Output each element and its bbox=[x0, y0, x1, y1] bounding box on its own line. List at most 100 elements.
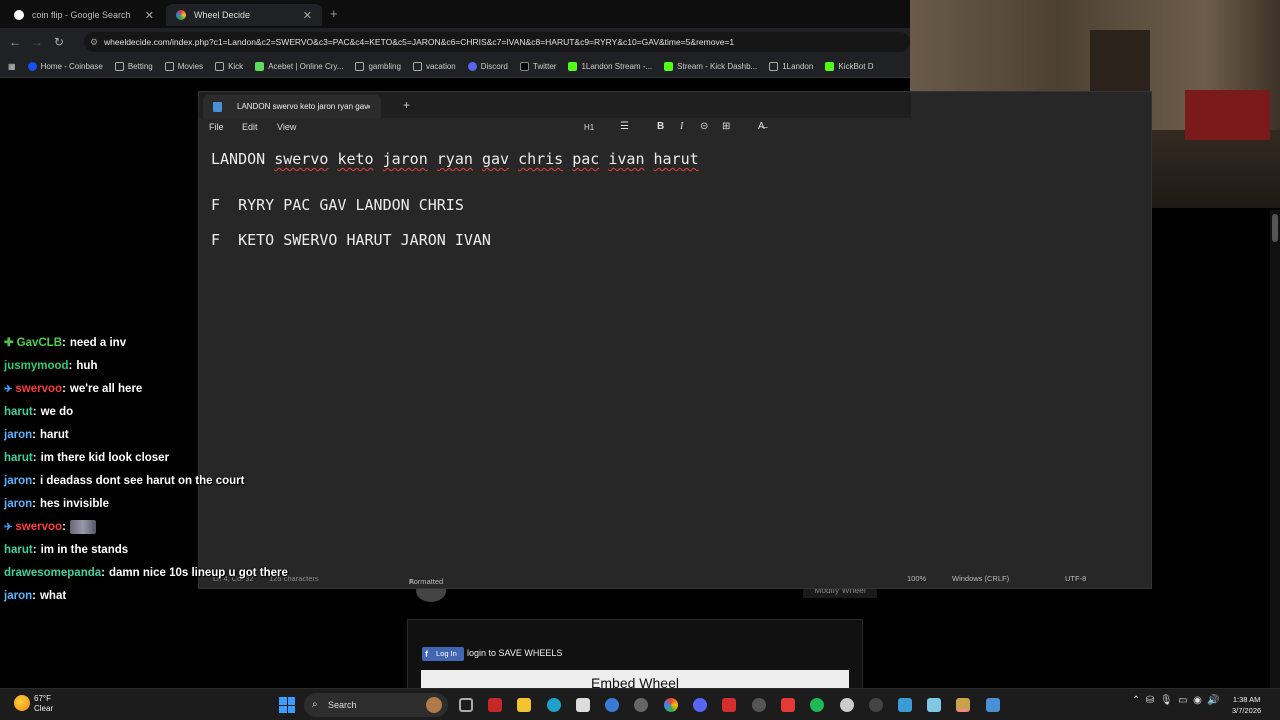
bookmark-label: Kick bbox=[228, 62, 244, 71]
chat-username[interactable]: swervoo bbox=[15, 521, 62, 533]
list-icon[interactable]: ☰ bbox=[620, 121, 629, 132]
bookmark-kick[interactable]: Kick bbox=[215, 62, 243, 71]
unsaved-dot-icon[interactable]: ● bbox=[366, 95, 371, 118]
notepad-taskbar-icon[interactable] bbox=[986, 698, 1000, 712]
zoom-level[interactable]: 100% bbox=[907, 574, 926, 583]
chat-username[interactable]: jaron bbox=[4, 429, 32, 441]
league-icon[interactable] bbox=[956, 698, 970, 712]
line-ending[interactable]: Windows (CRLF) bbox=[952, 574, 1009, 583]
forward-icon[interactable]: → bbox=[26, 35, 48, 49]
bookmark-label: Home - Coinbase bbox=[40, 62, 103, 71]
notepad-editor[interactable]: LANDON swervo keto jaron ryan gav chris … bbox=[211, 150, 1131, 266]
chat-username[interactable]: jaron bbox=[4, 590, 32, 602]
editor-word: chris bbox=[518, 150, 564, 168]
menu-view[interactable]: View bbox=[277, 122, 296, 132]
file-explorer-icon[interactable] bbox=[517, 698, 531, 712]
amd-icon[interactable] bbox=[488, 698, 502, 712]
chat-username[interactable]: drawesomepanda bbox=[4, 567, 101, 579]
system-tray[interactable]: ⌃ ⛁ 🎙 ▭ ◉ 🔊 bbox=[1132, 695, 1220, 706]
chrome-icon[interactable] bbox=[664, 698, 678, 712]
app-icon[interactable] bbox=[605, 698, 619, 712]
apps-icon[interactable]: ▦ bbox=[8, 62, 16, 71]
bookmark-betting[interactable]: Betting bbox=[114, 62, 153, 71]
bookmark-1landon[interactable]: 1Landon bbox=[769, 62, 813, 71]
chat-message: harut: im there kid look closer bbox=[4, 450, 304, 473]
spotify-icon[interactable] bbox=[810, 698, 824, 712]
chat-message: jaron: i deadass dont see harut on the co… bbox=[4, 473, 304, 496]
chat-username[interactable]: jusmymood bbox=[4, 360, 69, 372]
store-icon[interactable] bbox=[576, 698, 590, 712]
taskbar-search[interactable]: ⌕ Search bbox=[304, 693, 448, 717]
notepad-new-tab-button[interactable]: + bbox=[403, 98, 410, 112]
chat-username[interactable]: harut bbox=[4, 452, 33, 464]
bookmark-kickbot[interactable]: KickBot D bbox=[825, 62, 873, 71]
app-arrow-icon[interactable] bbox=[869, 698, 883, 712]
weather-temp: 67°F bbox=[34, 694, 51, 703]
menu-file[interactable]: File bbox=[209, 122, 224, 132]
obs-icon[interactable] bbox=[752, 698, 766, 712]
site-info-icon[interactable]: ⚙ bbox=[90, 32, 98, 52]
facebook-login-button[interactable]: f Log In bbox=[422, 647, 464, 661]
calculator-icon[interactable] bbox=[927, 698, 941, 712]
chat-username[interactable]: swervoo bbox=[15, 383, 62, 395]
tab-title: coin flip - Google Search bbox=[32, 10, 131, 20]
discord-icon[interactable] bbox=[693, 698, 707, 712]
bookmark-kick-dashboard[interactable]: Stream - Kick Dashb... bbox=[664, 62, 757, 71]
coinbase-icon bbox=[27, 62, 37, 71]
italic-icon[interactable]: I bbox=[680, 121, 683, 132]
edge-icon[interactable] bbox=[547, 698, 561, 712]
search-label: Search bbox=[328, 700, 357, 710]
menu-edit[interactable]: Edit bbox=[242, 122, 258, 132]
weather-widget[interactable]: 67°F Clear bbox=[34, 694, 53, 714]
app-blue-icon[interactable] bbox=[898, 698, 912, 712]
tab-wheel-decide[interactable]: Wheel Decide ✕ bbox=[166, 4, 322, 26]
app-red-icon[interactable] bbox=[722, 698, 736, 712]
bookmark-discord[interactable]: Discord bbox=[467, 62, 508, 71]
table-icon[interactable]: ⊞ bbox=[722, 121, 730, 132]
chat-text: im in the stands bbox=[40, 544, 129, 556]
taskbar-clock[interactable]: 1:38 AM 3/7/2026 bbox=[1232, 694, 1261, 716]
heading-dropdown[interactable]: H1 bbox=[584, 123, 594, 132]
bold-icon[interactable]: B bbox=[657, 121, 664, 132]
bookmark-acebet[interactable]: Acebet | Online Cry... bbox=[255, 62, 343, 71]
x-icon bbox=[519, 62, 529, 71]
app-bars-icon[interactable] bbox=[781, 698, 795, 712]
editor-word: LANDON bbox=[211, 150, 266, 168]
chat-username[interactable]: GavCLB bbox=[17, 337, 62, 349]
bookmark-twitter[interactable]: Twitter bbox=[519, 62, 556, 71]
link-icon[interactable]: ⊝ bbox=[700, 121, 708, 132]
new-tab-button[interactable]: + bbox=[330, 6, 338, 21]
chat-username[interactable]: harut bbox=[4, 406, 33, 418]
bookmark-coinbase[interactable]: Home - Coinbase bbox=[27, 62, 103, 71]
clear-format-icon[interactable]: A̶ bbox=[758, 121, 765, 132]
notepad-statusbar: Ln 4, Col 32 125 characters A Formatted 1… bbox=[199, 571, 1151, 589]
back-icon[interactable]: ← bbox=[4, 35, 26, 49]
notepad-tab[interactable]: LANDON swervo keto jaron ryan gav ● bbox=[203, 95, 381, 118]
folder-icon bbox=[164, 62, 174, 71]
bookmark-label: vacation bbox=[425, 62, 456, 71]
chat-username[interactable]: jaron bbox=[4, 475, 32, 487]
close-icon[interactable]: ✕ bbox=[145, 9, 154, 22]
reload-icon[interactable]: ↻ bbox=[48, 35, 70, 49]
bookmark-movies[interactable]: Movies bbox=[164, 62, 203, 71]
chat-text: huh bbox=[76, 360, 98, 372]
encoding[interactable]: UTF-8 bbox=[1065, 574, 1086, 583]
bookmark-gambling[interactable]: gambling bbox=[355, 62, 401, 71]
bookmark-vacation[interactable]: vacation bbox=[412, 62, 456, 71]
bookmark-label: Betting bbox=[127, 62, 153, 71]
task-view-icon[interactable] bbox=[459, 698, 473, 712]
bookmark-label: Stream - Kick Dashb... bbox=[677, 62, 758, 71]
chat-username[interactable]: jaron bbox=[4, 498, 32, 510]
close-icon[interactable]: ✕ bbox=[303, 9, 312, 22]
steam-icon[interactable] bbox=[840, 698, 854, 712]
tab-coin-flip[interactable]: coin flip - Google Search ✕ bbox=[4, 4, 164, 26]
settings-icon[interactable] bbox=[634, 698, 648, 712]
bookmark-1landon-stream[interactable]: 1Landon Stream -... bbox=[568, 62, 652, 71]
weather-icon[interactable] bbox=[14, 695, 30, 711]
google-icon bbox=[14, 10, 24, 20]
start-button[interactable] bbox=[279, 697, 295, 713]
chat-username[interactable]: harut bbox=[4, 544, 33, 556]
scrollbar-thumb[interactable] bbox=[1272, 214, 1278, 242]
page-scrollbar[interactable] bbox=[1270, 210, 1280, 688]
address-bar[interactable]: ⚙ wheeldecide.com/index.php?c1=Landon&c2… bbox=[84, 32, 910, 52]
